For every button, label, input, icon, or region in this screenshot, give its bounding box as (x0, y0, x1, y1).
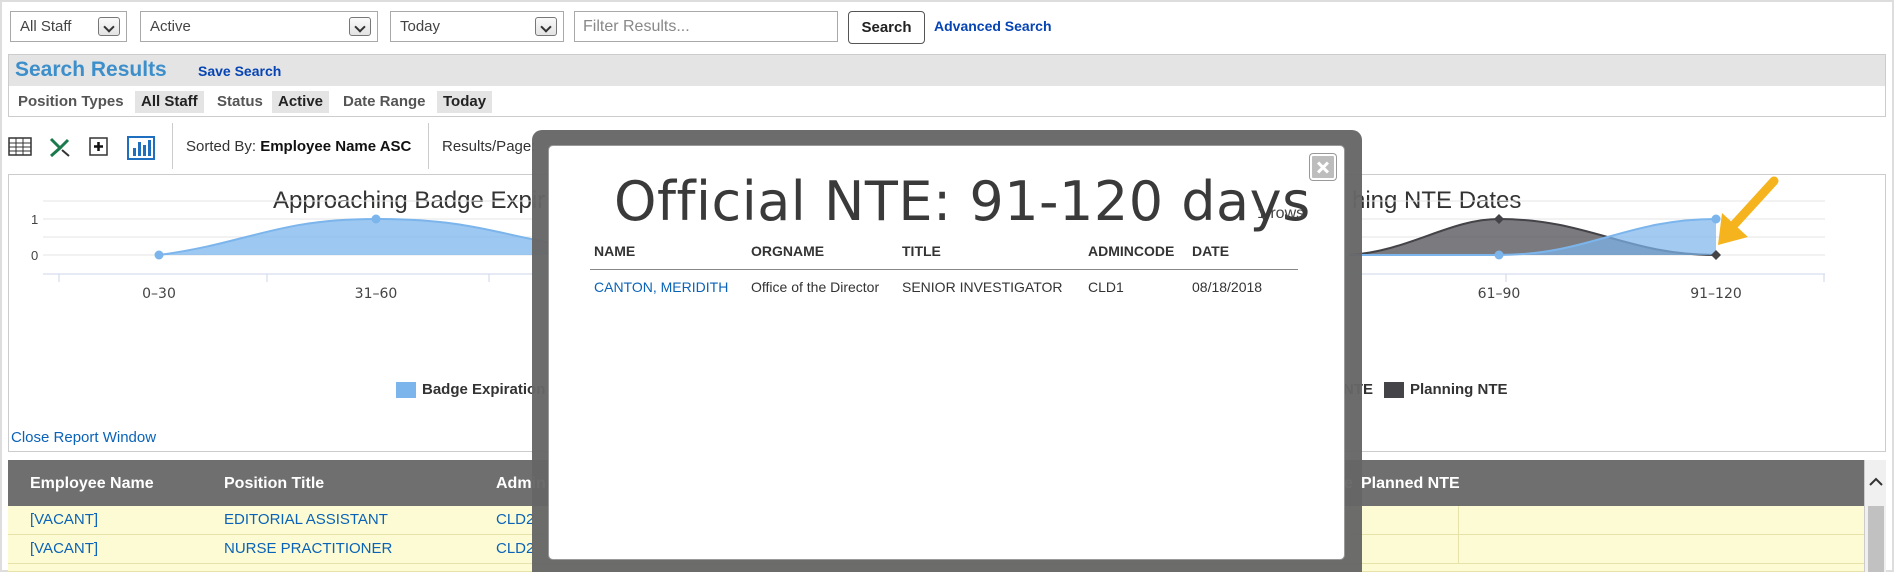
cell-admin-code[interactable]: CLD2 (496, 511, 534, 528)
x-tick-label: 31–60 (355, 286, 398, 302)
criteria-label-position-types: Position Types (18, 93, 124, 110)
modal-cell-name[interactable]: CANTON, MERIDITH (594, 279, 728, 295)
modal-cell-admincode: CLD1 (1088, 279, 1124, 295)
cell-position-title[interactable]: EDITORIAL ASSISTANT (224, 511, 388, 528)
save-search-link[interactable]: Save Search (198, 63, 281, 79)
cell-admin-code[interactable]: CLD2 (496, 540, 534, 557)
filter-results-input[interactable] (574, 11, 838, 42)
modal-cell-date: 08/18/2018 (1192, 279, 1263, 295)
chevron-down-icon (535, 17, 557, 36)
criteria-label-status: Status (217, 93, 263, 110)
modal-column-header-title[interactable]: TITLE (902, 243, 941, 259)
cell-divider (1458, 535, 1459, 564)
excel-export-icon[interactable] (48, 136, 72, 158)
app-root: All Staff Active Today Search Advanced S… (0, 0, 1894, 572)
column-header-planned-nte[interactable]: Planned NTE (1361, 475, 1460, 493)
modal-column-header-date[interactable]: DATE (1192, 243, 1229, 259)
status-select[interactable]: Active (140, 11, 378, 42)
search-results-title: Search Results (15, 58, 167, 81)
position-types-select-value: All Staff (20, 18, 72, 35)
scrollbar-thumb[interactable] (1868, 506, 1884, 572)
annotation-arrow-icon (1718, 176, 1779, 245)
date-select-value: Today (400, 18, 441, 35)
column-header-position-title[interactable]: Position Title (224, 475, 324, 493)
x-tick-label: 0–30 (142, 286, 176, 302)
chevron-down-icon (98, 17, 120, 36)
cell-position-title[interactable]: NURSE PRACTITIONER (224, 540, 392, 557)
date-select[interactable]: Today (390, 11, 564, 42)
toolbar-divider (428, 123, 429, 169)
position-types-select[interactable]: All Staff (10, 11, 127, 42)
modal-column-header-admincode[interactable]: ADMINCODE (1088, 243, 1174, 259)
sorted-by-label: Sorted By: (186, 138, 257, 155)
search-button[interactable]: Search (848, 11, 925, 44)
modal-cell-orgname: Office of the Director (751, 279, 880, 295)
status-select-value: Active (150, 18, 191, 35)
criteria-label-date-range: Date Range (343, 93, 426, 110)
legend-swatch-badge-expiration (396, 382, 416, 398)
cell-divider (1458, 506, 1459, 535)
modal-column-header-orgname[interactable]: ORGNAME (751, 243, 824, 259)
sorted-by: Sorted By: Employee Name ASC (186, 138, 411, 155)
grid-view-icon[interactable] (8, 136, 32, 158)
chevron-down-icon (349, 17, 371, 36)
y-tick-label: 1 (31, 212, 38, 227)
legend-swatch-planning-nte (1384, 382, 1404, 398)
modal-cell-title: SENIOR INVESTIGATOR (902, 279, 1063, 295)
table-scrollbar[interactable] (1864, 460, 1886, 572)
cell-employee-name[interactable]: [VACANT] (30, 540, 98, 557)
search-results-header: Search Results Save Search (9, 55, 1885, 86)
data-point-official-nte (1494, 250, 1504, 260)
advanced-search-link[interactable]: Advanced Search (934, 18, 1052, 34)
x-tick-label: 91–120 (1690, 286, 1742, 302)
modal-row-count: 1 rows (1257, 205, 1305, 222)
criteria-value-status: Active (272, 91, 330, 113)
toolbar-divider (172, 123, 173, 169)
legend-label-planning-nte[interactable]: Planning NTE (1410, 381, 1508, 398)
add-column-icon[interactable] (87, 136, 111, 158)
criteria-value-date-range: Today (437, 91, 493, 113)
cell-employee-name[interactable]: [VACANT] (30, 511, 98, 528)
chart-report-icon[interactable] (127, 136, 155, 160)
close-report-window-link[interactable]: Close Report Window (11, 429, 156, 446)
criteria-value-position-types: All Staff (135, 91, 204, 113)
legend-label-badge-expiration[interactable]: Badge Expiration (422, 381, 545, 398)
y-tick-label: 0 (31, 248, 38, 263)
data-point-badge-expiration (154, 250, 164, 260)
data-point-badge-expiration (371, 214, 381, 224)
x-tick-label: 61–90 (1478, 286, 1521, 302)
search-results-panel: Search Results Save Search Position Type… (8, 54, 1886, 117)
close-icon[interactable] (1310, 154, 1336, 180)
scroll-up-icon[interactable] (1866, 472, 1886, 492)
modal-title: Official NTE: 91-120 days (614, 170, 1311, 233)
modal-column-header-name[interactable]: NAME (594, 243, 635, 259)
results-per-page-label: Results/Page: (442, 138, 536, 155)
column-header-employee-name[interactable]: Employee Name (30, 475, 154, 493)
sorted-by-value: Employee Name ASC (260, 138, 412, 155)
modal-header-divider (590, 269, 1298, 270)
